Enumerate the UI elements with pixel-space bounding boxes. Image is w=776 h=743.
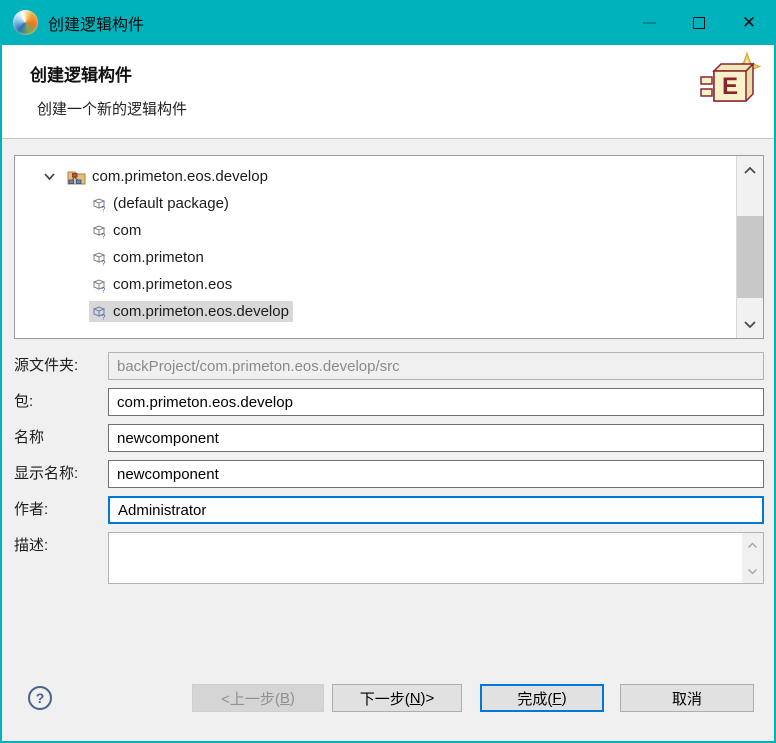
app-logo-icon (13, 10, 38, 35)
tree-node-com[interactable]: ? com (15, 217, 763, 244)
svg-text:?: ? (102, 287, 106, 293)
tree-node-label: (default package) (113, 195, 229, 212)
page-title: 创建逻辑构件 (30, 61, 132, 86)
tree-scrollbar[interactable] (736, 156, 763, 338)
back-button: <上一步(B) (192, 684, 324, 712)
wizard-header: 创建逻辑构件 创建一个新的逻辑构件 E (2, 45, 774, 139)
chevron-down-icon (743, 320, 757, 329)
source-folder-field (108, 352, 764, 380)
scroll-down-button[interactable] (737, 312, 763, 336)
scroll-up-button[interactable] (742, 537, 763, 553)
tree-node-label: com.primeton (113, 249, 204, 266)
create-logic-component-dialog: 创建逻辑构件 ✕ 创建逻辑构件 创建一个新的逻辑构件 E (0, 0, 776, 743)
package-field[interactable] (108, 388, 764, 416)
tree-node-com-primeton[interactable]: ? com.primeton (15, 244, 763, 271)
author-label: 作者: (14, 496, 108, 524)
name-field[interactable] (108, 424, 764, 452)
tree-node-label: com.primeton.eos (113, 276, 232, 293)
chevron-down-icon (747, 568, 758, 575)
tree-node-com-primeton-eos-develop[interactable]: ? com.primeton.eos.develop (15, 298, 763, 325)
selected-tree-node[interactable]: ? com.primeton.eos.develop (89, 301, 293, 322)
help-button[interactable]: ? (28, 686, 52, 710)
package-icon: ? (91, 277, 107, 293)
scrollbar-thumb[interactable] (737, 216, 763, 298)
source-folder-label: 源文件夹: (14, 352, 108, 380)
package-icon: ? (91, 304, 107, 320)
name-label: 名称 (14, 424, 108, 452)
svg-text:?: ? (102, 233, 106, 239)
finish-button[interactable]: 完成(F) (480, 684, 604, 712)
chevron-up-icon (743, 166, 757, 175)
wizard-buttons: <上一步(B) 下一步(N)> 完成(F) 取消 (192, 684, 754, 712)
display-name-field[interactable] (108, 460, 764, 488)
maximize-icon (693, 17, 705, 29)
minimize-button[interactable] (624, 0, 674, 45)
scroll-up-button[interactable] (737, 158, 763, 182)
description-field[interactable] (109, 533, 742, 583)
description-field-container (108, 532, 764, 584)
display-name-label: 显示名称: (14, 460, 108, 488)
titlebar: 创建逻辑构件 ✕ (2, 0, 774, 45)
chevron-down-icon[interactable] (43, 172, 56, 181)
next-button[interactable]: 下一步(N)> (332, 684, 462, 712)
tree-node-label: com.primeton.eos.develop (113, 303, 289, 320)
close-button[interactable]: ✕ (724, 0, 774, 45)
package-label: 包: (14, 388, 108, 416)
author-field[interactable] (108, 496, 764, 524)
svg-text:?: ? (102, 260, 106, 266)
minimize-icon (643, 22, 656, 24)
tree-node-default-package[interactable]: ? (default package) (15, 190, 763, 217)
close-icon: ✕ (742, 14, 756, 31)
page-subtitle: 创建一个新的逻辑构件 (37, 98, 187, 119)
window-title: 创建逻辑构件 (48, 11, 144, 35)
project-icon (67, 169, 86, 185)
tree-node-label: com.primeton.eos.develop (92, 168, 268, 185)
component-form: 源文件夹: 包: 名称 显示名称: 作者: 描述: (14, 352, 764, 592)
tree-root-project[interactable]: com.primeton.eos.develop (15, 163, 763, 190)
description-scrollbar[interactable] (742, 533, 763, 583)
package-tree: com.primeton.eos.develop ? (default pack… (14, 155, 764, 339)
cancel-button[interactable]: 取消 (620, 684, 754, 712)
logic-component-icon: E (700, 51, 762, 115)
scroll-down-button[interactable] (742, 563, 763, 579)
package-icon: ? (91, 223, 107, 239)
svg-text:E: E (722, 73, 738, 100)
chevron-up-icon (747, 542, 758, 549)
svg-text:?: ? (102, 314, 106, 320)
tree-node-label: com (113, 222, 141, 239)
svg-text:?: ? (102, 206, 106, 212)
help-icon: ? (36, 690, 45, 706)
package-icon: ? (91, 196, 107, 212)
package-icon: ? (91, 250, 107, 266)
maximize-button[interactable] (674, 0, 724, 45)
tree-node-com-primeton-eos[interactable]: ? com.primeton.eos (15, 271, 763, 298)
description-label: 描述: (14, 532, 108, 584)
